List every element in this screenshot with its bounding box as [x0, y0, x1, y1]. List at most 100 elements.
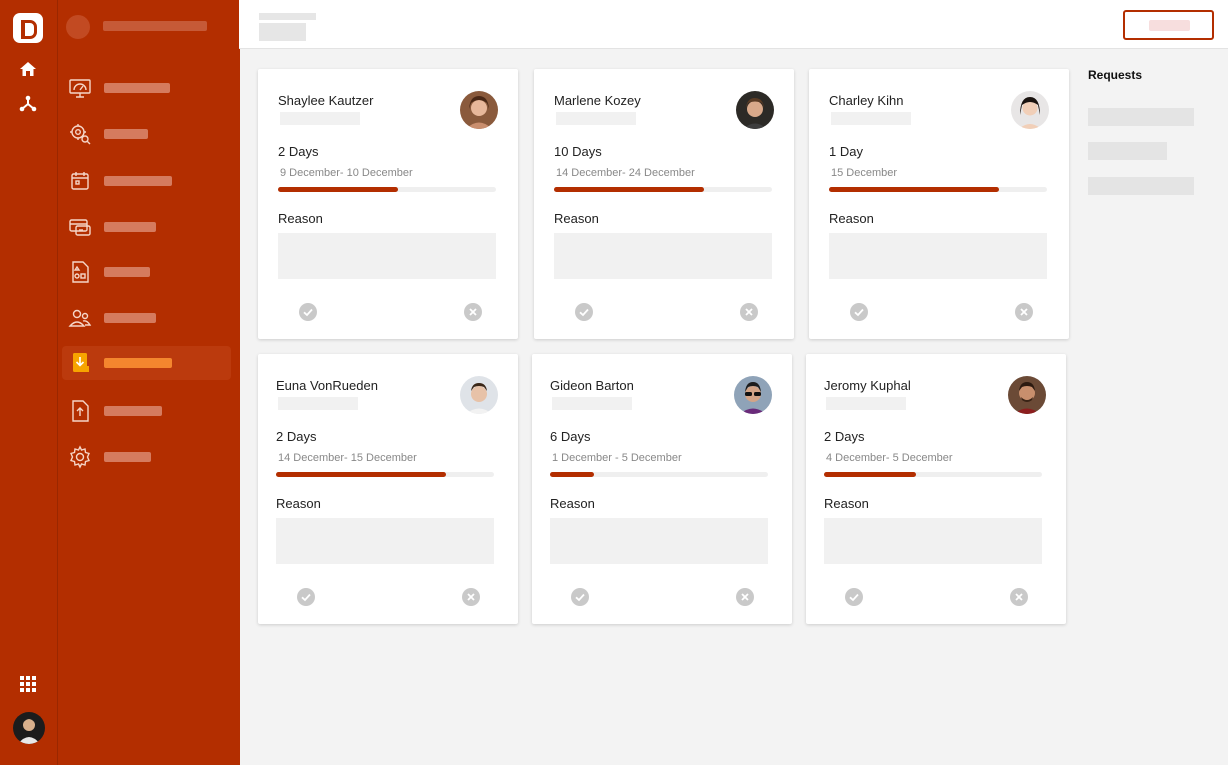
leave-duration: 10 Days [554, 144, 602, 159]
progress-bar [550, 472, 768, 477]
reject-close-icon[interactable] [736, 588, 754, 606]
calendar-icon [71, 172, 89, 190]
leave-duration: 2 Days [278, 144, 319, 159]
progress-bar [829, 187, 1047, 192]
employee-role-placeholder [278, 397, 358, 410]
breadcrumb-placeholder [259, 13, 316, 20]
approve-check-icon[interactable] [575, 303, 593, 321]
progress-bar [276, 472, 494, 477]
nav-item-users[interactable] [62, 301, 231, 335]
employee-name: Marlene Kozey [554, 93, 641, 108]
request-filter-placeholder[interactable] [1088, 177, 1194, 195]
employee-role-placeholder [826, 397, 906, 410]
workspace-avatar [66, 15, 90, 39]
nav-item-calendar[interactable] [62, 164, 231, 198]
progress-fill [276, 472, 447, 477]
nav-label-placeholder [104, 267, 150, 277]
icon-rail [0, 0, 57, 765]
primary-action-button[interactable] [1123, 10, 1214, 40]
leave-request-card: Jeromy Kuphal 2 Days 4 December- 5 Decem… [806, 354, 1066, 624]
nav-item-payments[interactable] [62, 210, 231, 244]
nav-item-settings-search[interactable] [62, 117, 231, 151]
reject-close-icon[interactable] [1010, 588, 1028, 606]
users-icon [68, 309, 92, 327]
request-filter-placeholder[interactable] [1088, 108, 1194, 126]
reason-label: Reason [829, 211, 874, 226]
nav-label-placeholder [104, 406, 162, 416]
nav-label-placeholder [104, 222, 156, 232]
progress-bar [824, 472, 1042, 477]
reason-label: Reason [550, 496, 595, 511]
shapes-document-icon [72, 261, 89, 283]
progress-fill [829, 187, 1000, 192]
employee-name: Shaylee Kautzer [278, 93, 374, 108]
nav-item-dashboard[interactable] [62, 71, 231, 105]
leave-request-card: Marlene Kozey 10 Days 14 December- 24 De… [534, 69, 794, 339]
progress-fill [554, 187, 705, 192]
employee-photo [1008, 376, 1046, 414]
reason-text-placeholder [554, 233, 772, 279]
employee-photo [736, 91, 774, 129]
progress-bar [278, 187, 496, 192]
home-icon[interactable] [17, 58, 39, 80]
nav-label-placeholder [104, 83, 170, 93]
employee-name: Charley Kihn [829, 93, 904, 108]
requests-heading: Requests [1088, 68, 1143, 82]
payment-icon [69, 219, 91, 236]
leave-dates: 14 December- 15 December [278, 452, 417, 464]
user-avatar[interactable] [13, 712, 45, 744]
leave-duration: 2 Days [276, 429, 317, 444]
reason-label: Reason [276, 496, 321, 511]
nav-item-settings[interactable] [62, 440, 231, 474]
nav-item-leave-requests[interactable] [62, 346, 231, 380]
reject-close-icon[interactable] [1015, 303, 1033, 321]
nav-item-documents[interactable] [62, 255, 231, 289]
nav-item-uploads[interactable] [62, 394, 231, 428]
request-filter-placeholder[interactable] [1088, 142, 1167, 160]
leave-duration: 1 Day [829, 144, 863, 159]
leave-request-icon [73, 353, 89, 372]
settings-search-icon [70, 124, 91, 145]
leave-dates: 4 December- 5 December [826, 452, 953, 464]
nav-label-placeholder [104, 129, 148, 139]
hierarchy-icon[interactable] [17, 92, 39, 114]
employee-photo [460, 91, 498, 129]
reason-label: Reason [824, 496, 869, 511]
nav-label-placeholder [104, 358, 172, 368]
reject-close-icon[interactable] [464, 303, 482, 321]
employee-photo [1011, 91, 1049, 129]
approve-check-icon[interactable] [297, 588, 315, 606]
employee-name: Gideon Barton [550, 378, 634, 393]
approve-check-icon[interactable] [850, 303, 868, 321]
leave-request-card: Gideon Barton 6 Days 1 December - 5 Dece… [532, 354, 792, 624]
progress-bar [554, 187, 772, 192]
reason-text-placeholder [824, 518, 1042, 564]
employee-name: Euna VonRueden [276, 378, 378, 393]
progress-fill [278, 187, 398, 192]
reject-close-icon[interactable] [740, 303, 758, 321]
leave-request-card: Shaylee Kautzer 2 Days 9 December- 10 De… [258, 69, 518, 339]
dashboard-icon [69, 79, 91, 98]
reason-label: Reason [554, 211, 599, 226]
apps-grid-icon[interactable] [17, 673, 39, 695]
employee-role-placeholder [552, 397, 632, 410]
reason-text-placeholder [278, 233, 496, 279]
approve-check-icon[interactable] [571, 588, 589, 606]
nav-label-placeholder [104, 313, 156, 323]
gear-icon [70, 445, 90, 469]
leave-dates: 14 December- 24 December [556, 167, 695, 179]
approve-check-icon[interactable] [845, 588, 863, 606]
button-label-placeholder [1149, 20, 1190, 31]
top-bar [239, 0, 1228, 49]
app-logo[interactable] [13, 13, 43, 43]
employee-photo [734, 376, 772, 414]
progress-fill [824, 472, 916, 477]
leave-request-card: Euna VonRueden 2 Days 14 December- 15 De… [258, 354, 518, 624]
leave-duration: 6 Days [550, 429, 591, 444]
approve-check-icon[interactable] [299, 303, 317, 321]
employee-name: Jeromy Kuphal [824, 378, 911, 393]
leave-dates: 15 December [831, 167, 898, 179]
upload-document-icon [72, 400, 89, 422]
reject-close-icon[interactable] [462, 588, 480, 606]
page-title-placeholder [259, 23, 306, 41]
